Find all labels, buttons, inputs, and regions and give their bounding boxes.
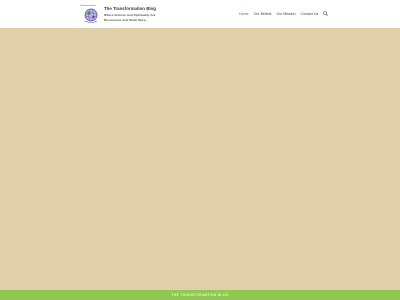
logo-caption: Transformation: [80, 4, 96, 7]
site-header: Transformation The Transformation Blog W…: [0, 0, 400, 28]
nav-item-contact-us[interactable]: Contact Us: [301, 12, 319, 16]
primary-nav: Home Our Beliefs Our Mission Contact Us: [239, 11, 329, 16]
search-icon[interactable]: [323, 11, 329, 16]
nav-item-our-beliefs[interactable]: Our Beliefs: [254, 12, 272, 16]
site-logo[interactable]: Transformation: [80, 4, 99, 24]
site-tagline: Where Science And Spirituality Are Disco…: [104, 13, 156, 22]
nav-item-our-mission[interactable]: Our Mission: [276, 12, 295, 16]
logo-globe-icon: [84, 8, 98, 23]
site-footer: THE TRANSFORMATION BLOG: [0, 290, 400, 300]
main-content-area: [0, 28, 400, 290]
nav-item-home[interactable]: Home: [239, 12, 249, 16]
footer-copyright: THE TRANSFORMATION BLOG: [171, 293, 229, 297]
site-title[interactable]: The Transformation Blog: [104, 6, 156, 11]
